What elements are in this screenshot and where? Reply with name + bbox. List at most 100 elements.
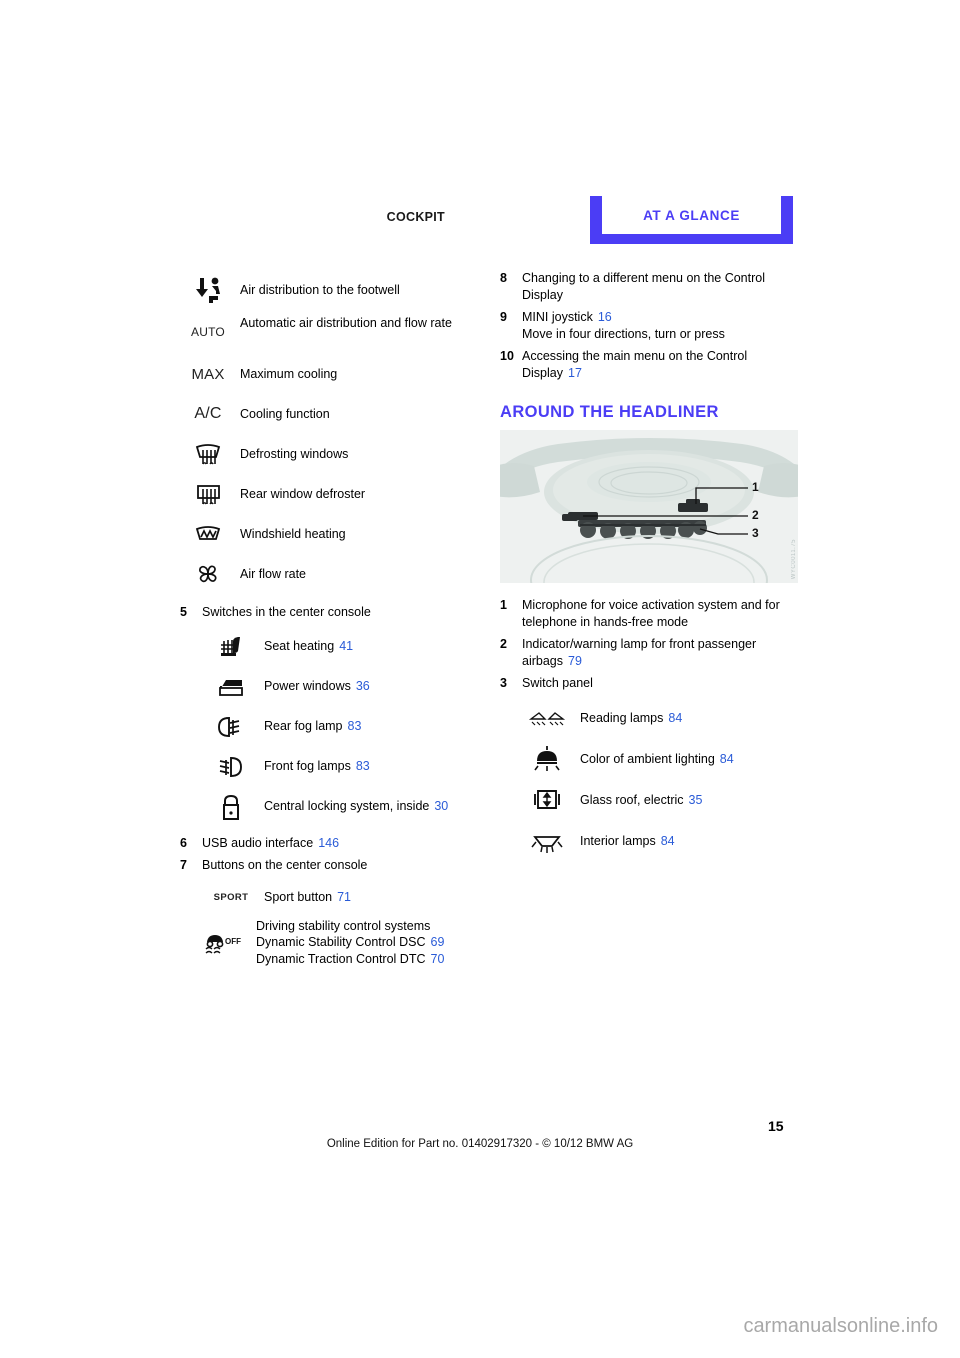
front-fog-lamps-icon — [202, 747, 260, 787]
windshield-heating-icon — [180, 514, 236, 554]
list-item-label: Air flow rate — [240, 566, 306, 581]
numbered-item-5-text: Switches in the center console — [202, 605, 371, 619]
numbered-item-7: 7 Buttons on the center console — [180, 857, 480, 874]
header-section-tab-label: AT A GLANCE — [643, 207, 740, 223]
numbered-item-2-label: Indicator/warning lamp for front passeng… — [522, 637, 757, 668]
page-ref: 70 — [430, 951, 445, 966]
air-flow-rate-fan-icon — [180, 554, 236, 594]
list-item-label: Central locking system, inside 30 — [264, 798, 448, 815]
list-item-text: Central locking system, inside — [264, 799, 430, 814]
numbered-item-5: 5 Switches in the center console — [180, 604, 480, 621]
reading-lamps-icon — [522, 698, 572, 738]
dsc-line: Dynamic Traction Control DTC 70 — [256, 951, 444, 968]
list-item-label: Glass roof, electric 35 — [580, 792, 702, 809]
figure-callout-2: 2 — [752, 508, 759, 522]
page-ref: 84 — [719, 751, 734, 766]
list-item: Color of ambient lighting 84 — [500, 739, 800, 780]
page-number: 15 — [768, 1118, 784, 1134]
list-item: Windshield heating — [180, 514, 480, 554]
list-item-label: Automatic air distribution and flow rate — [240, 316, 452, 330]
list-item-label: Power windows 36 — [264, 678, 370, 695]
rear-fog-lamp-icon — [202, 707, 260, 747]
list-item: Reading lamps 84 — [500, 698, 800, 739]
list-item: Air flow rate — [180, 554, 480, 594]
page-ref: 69 — [430, 935, 445, 949]
numbered-item-7-text: Buttons on the center console — [202, 858, 368, 872]
numbered-item-3-text: Switch panel — [522, 676, 593, 690]
page-ref: 83 — [355, 759, 370, 774]
page-ref: 79 — [568, 653, 582, 668]
auto-text-icon-label: AUTO — [191, 325, 225, 339]
dsc-line-label: Dynamic Stability Control DSC — [256, 935, 426, 949]
figure-watermark: WYC0011.75 — [791, 538, 797, 579]
numbered-item-10-number: 10 — [500, 349, 514, 363]
page-ref: 16 — [597, 310, 612, 324]
page-ref: 30 — [434, 799, 449, 814]
max-text-icon: MAX — [180, 354, 236, 394]
right-column: 8 Changing to a different menu on the Co… — [500, 270, 800, 862]
switch-panel-icon-list: Reading lamps 84 Color of ambient lightin… — [500, 698, 800, 862]
document-page: COCKPIT AT A GLANCE Air distribution to — [0, 0, 960, 1358]
rear-window-defroster-icon — [180, 474, 236, 514]
footer-divider — [0, 1107, 960, 1108]
list-item-label: Defrosting windows — [240, 446, 349, 461]
power-windows-icon — [202, 667, 260, 707]
figure-callout-1: 1 — [752, 480, 759, 494]
list-item: Seat heating 41 — [180, 627, 480, 667]
list-item: A/C Cooling function — [180, 394, 480, 434]
page-ref: 17 — [568, 365, 582, 380]
central-locking-icon — [202, 787, 260, 827]
numbered-item-1-text: Microphone for voice activation system a… — [522, 598, 780, 629]
numbered-item-2-text: Indicator/warning lamp for front passeng… — [522, 636, 800, 669]
page-ref: 84 — [668, 710, 683, 725]
page-ref: 146 — [318, 835, 340, 850]
ambient-lighting-color-icon — [522, 739, 572, 779]
interior-lamps-icon — [522, 821, 572, 861]
list-item: Front fog lamps 83 — [180, 747, 480, 787]
numbered-item-9-subtext: Move in four directions, turn or press — [522, 326, 725, 341]
list-item-text: Front fog lamps — [264, 759, 351, 774]
list-item-text: Glass roof, electric — [580, 792, 684, 807]
dsc-off-icon: OFF — [194, 916, 252, 970]
auto-text-icon: AUTO — [180, 310, 236, 354]
sport-text-icon-label: SPORT — [213, 892, 249, 903]
numbered-item-6-text: USB audio interface 146 — [202, 835, 339, 852]
list-item: Central locking system, inside 30 — [180, 787, 480, 827]
list-item: Glass roof, electric 35 — [500, 780, 800, 821]
numbered-item-10: 10 Accessing the main menu on the Contro… — [500, 348, 800, 381]
center-console-switch-list: Seat heating 41 Power windows 36 Rear fo… — [180, 627, 480, 827]
list-item-label: Front fog lamps 83 — [264, 758, 370, 775]
header-section-tab-inner: AT A GLANCE — [602, 196, 781, 234]
site-watermark: carmanualsonline.info — [743, 1315, 938, 1337]
numbered-item-9-label: MINI joystick — [522, 310, 593, 324]
page-ref: 35 — [688, 792, 703, 807]
dsc-line: Dynamic Stability Control DSC 69 — [256, 934, 444, 951]
list-item: Rear fog lamp 83 — [180, 707, 480, 747]
list-item-label: Rear window defroster — [240, 486, 366, 501]
list-item-label: Interior lamps 84 — [580, 833, 675, 850]
list-item: Defrosting windows — [180, 434, 480, 474]
page-ref: 84 — [660, 833, 675, 848]
list-item-text: Seat heating — [264, 639, 335, 654]
numbered-item-9-number: 9 — [500, 310, 507, 324]
list-item: Air distribution to the footwell — [180, 270, 480, 310]
max-text-icon-label: MAX — [191, 365, 225, 383]
numbered-item-3: 3 Switch panel — [500, 675, 800, 692]
dsc-title: Driving stability control systems — [256, 918, 431, 933]
list-item: Interior lamps 84 — [500, 821, 800, 862]
page-ref: 83 — [347, 719, 362, 734]
numbered-item-8-text: Changing to a different menu on the Cont… — [522, 271, 765, 302]
headliner-illustration: 1 2 3 WYC0011.75 — [500, 430, 798, 583]
ac-text-icon: A/C — [180, 394, 236, 434]
numbered-item-1: 1 Microphone for voice activation system… — [500, 597, 800, 630]
left-column: Air distribution to the footwell AUTO Au… — [180, 270, 480, 970]
numbered-item-10-label: Accessing the main menu on the Control D… — [522, 349, 748, 380]
dsc-line-label: Dynamic Traction Control DTC — [256, 951, 426, 966]
page-ref: 71 — [337, 890, 352, 905]
seat-heating-icon — [202, 627, 260, 667]
numbered-item-7-number: 7 — [180, 858, 187, 872]
numbered-item-3-number: 3 — [500, 676, 507, 690]
list-item-text: Rear fog lamp — [264, 719, 343, 734]
header-section-tab: AT A GLANCE — [590, 196, 793, 244]
numbered-item-9: 9 MINI joystick 16 Move in four direction… — [500, 309, 800, 342]
